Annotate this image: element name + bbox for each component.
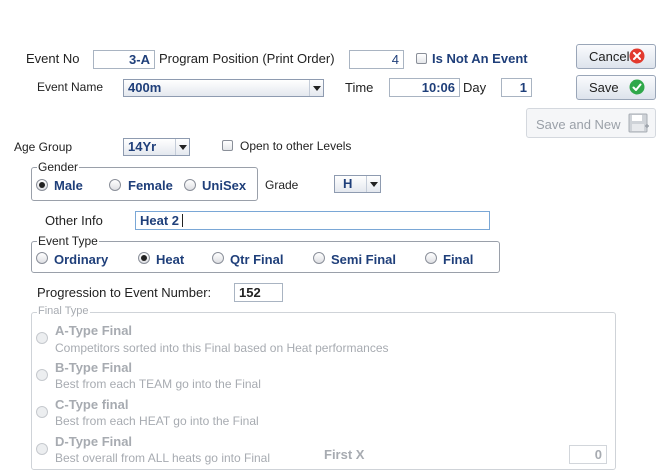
time-field[interactable]: 10:06 bbox=[389, 78, 460, 97]
grade-select[interactable]: H bbox=[334, 175, 381, 193]
event-no-field[interactable]: 3-A bbox=[93, 50, 155, 69]
event-type-label-ordinary: Ordinary bbox=[54, 252, 109, 267]
final-type-a-name: A-Type Final bbox=[55, 323, 133, 338]
final-type-d-name: D-Type Final bbox=[55, 434, 133, 449]
final-type-b-desc: Best from each TEAM go into the Final bbox=[55, 377, 261, 391]
gender-label-female: Female bbox=[128, 178, 173, 193]
event-name-value: 400m bbox=[128, 80, 162, 95]
event-name-select[interactable]: 400m bbox=[123, 79, 324, 97]
open-other-levels-checkbox[interactable] bbox=[222, 140, 233, 151]
final-type-a-desc: Competitors sorted into this Final based… bbox=[55, 341, 389, 355]
event-type-label-qtr-final: Qtr Final bbox=[230, 252, 284, 267]
event-type-radio-heat[interactable] bbox=[138, 252, 150, 264]
save-button-label: Save bbox=[589, 80, 619, 95]
progression-label: Progression to Event Number: bbox=[37, 285, 212, 300]
event-type-label-heat: Heat bbox=[156, 252, 185, 267]
day-label: Day bbox=[463, 80, 487, 95]
gender-radio-male[interactable] bbox=[36, 179, 48, 191]
final-type-c-name: C-Type final bbox=[55, 397, 129, 412]
is-not-event-checkbox[interactable] bbox=[416, 53, 427, 64]
chevron-down-icon[interactable] bbox=[175, 139, 189, 155]
text-cursor bbox=[182, 214, 184, 227]
final-type-c-desc: Best from each HEAT go into the Final bbox=[55, 414, 259, 428]
grade-label: Grade bbox=[265, 178, 299, 192]
other-info-value: Heat 2 bbox=[140, 213, 180, 228]
event-type-radio-qtr-final[interactable] bbox=[212, 252, 224, 264]
gender-label-unisex: UniSex bbox=[202, 178, 247, 193]
program-position-field[interactable]: 4 bbox=[349, 50, 404, 69]
age-group-select[interactable]: 14Yr bbox=[123, 138, 190, 156]
save-and-new-label: Save and New bbox=[536, 117, 621, 132]
other-info-label: Other Info bbox=[45, 213, 103, 228]
save-and-new-button[interactable]: Save and New bbox=[526, 108, 656, 138]
program-position-label: Program Position (Print Order) bbox=[159, 51, 335, 66]
event-type-radio-final[interactable] bbox=[425, 252, 437, 264]
gender-radio-female[interactable] bbox=[109, 179, 121, 191]
grade-value: H bbox=[343, 176, 353, 191]
checkmark-icon bbox=[629, 79, 645, 95]
age-group-label: Age Group bbox=[14, 140, 73, 154]
close-icon bbox=[629, 48, 645, 64]
save-button[interactable]: Save bbox=[576, 75, 656, 100]
first-x-label: First X bbox=[324, 447, 365, 462]
final-type-radio-d[interactable] bbox=[36, 443, 48, 455]
final-type-radio-a[interactable] bbox=[36, 332, 48, 344]
final-type-b-name: B-Type Final bbox=[55, 360, 133, 375]
event-type-radio-ordinary[interactable] bbox=[36, 252, 48, 264]
time-label: Time bbox=[345, 80, 374, 95]
open-other-levels-label: Open to other Levels bbox=[240, 139, 352, 153]
gender-radio-unisex[interactable] bbox=[184, 179, 196, 191]
first-x-field[interactable]: 0 bbox=[569, 445, 607, 464]
final-type-d-desc: Best overall from ALL heats go into Fina… bbox=[55, 451, 271, 465]
day-field[interactable]: 1 bbox=[501, 78, 532, 97]
age-group-value: 14Yr bbox=[128, 139, 157, 154]
event-type-label-semi-final: Semi Final bbox=[331, 252, 397, 267]
chevron-down-icon[interactable] bbox=[309, 80, 323, 96]
progression-field[interactable]: 152 bbox=[234, 283, 283, 302]
other-info-input[interactable]: Heat 2 bbox=[135, 211, 490, 230]
event-type-title: Event Type bbox=[37, 234, 99, 248]
gender-title: Gender bbox=[37, 160, 80, 174]
cancel-button-label: Cancel bbox=[589, 49, 630, 64]
event-type-label-final: Final bbox=[443, 252, 474, 267]
event-name-label: Event Name bbox=[37, 80, 104, 94]
cancel-button[interactable]: Cancel bbox=[576, 44, 656, 69]
final-type-radio-b[interactable] bbox=[36, 369, 48, 381]
save-disk-icon bbox=[628, 113, 649, 133]
final-type-radio-c[interactable] bbox=[36, 406, 48, 418]
final-type-title: Final Type bbox=[37, 305, 90, 317]
is-not-event-label: Is Not An Event bbox=[432, 51, 528, 66]
gender-label-male: Male bbox=[54, 178, 83, 193]
event-no-label: Event No bbox=[26, 51, 80, 66]
event-type-radio-semi-final[interactable] bbox=[313, 252, 325, 264]
chevron-down-icon[interactable] bbox=[366, 176, 380, 192]
